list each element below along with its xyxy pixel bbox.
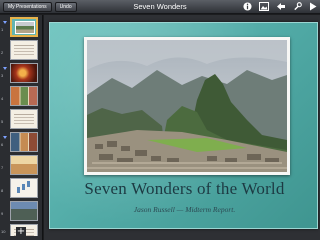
slide-title[interactable]: Seven Wonders of the World <box>50 179 319 199</box>
slide-thumbnail-image <box>10 40 38 60</box>
disclosure-icon[interactable] <box>3 21 7 24</box>
media-icon[interactable] <box>259 2 269 11</box>
slide-number: 10 <box>1 229 6 234</box>
slide-thumbnail-9[interactable]: 9 <box>0 200 43 222</box>
slide-number: 1 <box>1 27 4 32</box>
slide-thumbnail-2[interactable]: 2 <box>0 39 43 61</box>
disclosure-icon[interactable] <box>3 136 7 139</box>
animation-icon[interactable] <box>276 2 286 11</box>
slide-canvas: Seven Wonders of the World Jason Russell… <box>44 15 320 240</box>
slide-number: 7 <box>1 165 4 170</box>
slide-thumbnail-image <box>10 86 38 106</box>
tools-icon[interactable] <box>293 2 302 11</box>
slide-subtitle[interactable]: Jason Russell — Midterm Report. <box>50 205 319 214</box>
slide-thumbnail-image <box>10 17 38 37</box>
slide-number: 5 <box>1 119 4 124</box>
slide-thumbnail-3[interactable]: 3 <box>0 62 43 84</box>
toolbar: My Presentations Undo Seven Wonders <box>0 0 320 14</box>
play-icon[interactable] <box>309 2 317 11</box>
slide-number: 4 <box>1 96 4 101</box>
slide-thumbnail-image <box>10 201 38 221</box>
undo-button[interactable]: Undo <box>54 1 77 12</box>
current-slide[interactable]: Seven Wonders of the World Jason Russell… <box>49 22 318 229</box>
slide-thumbnail-5[interactable]: 5 <box>0 108 43 130</box>
slide-number: 2 <box>1 50 4 55</box>
slide-number: 3 <box>1 73 4 78</box>
slide-thumbnail-1[interactable]: 1 <box>0 16 43 38</box>
slide-thumbnail-7[interactable]: 7 <box>0 154 43 176</box>
slide-thumbnail-image <box>10 178 38 198</box>
slide-thumbnail-image <box>10 109 38 129</box>
add-slide-button[interactable]: + <box>16 227 26 237</box>
slide-number: 8 <box>1 188 4 193</box>
slide-navigator: 1 2 3 4 5 6 7 8 9 10 + <box>0 15 43 240</box>
slide-number: 6 <box>1 142 4 147</box>
slide-thumbnail-image <box>10 155 38 175</box>
slide-thumbnail-image <box>10 63 38 83</box>
slide-thumbnail-4[interactable]: 4 <box>0 85 43 107</box>
disclosure-icon[interactable] <box>3 67 7 70</box>
machu-picchu-image <box>87 40 287 172</box>
info-icon[interactable] <box>243 2 252 11</box>
slide-thumbnail-6[interactable]: 6 <box>0 131 43 153</box>
slide-thumbnail-image <box>10 132 38 152</box>
slide-photo[interactable] <box>84 37 290 175</box>
slide-number: 9 <box>1 211 4 216</box>
my-presentations-button[interactable]: My Presentations <box>3 1 52 12</box>
slide-thumbnail-8[interactable]: 8 <box>0 177 43 199</box>
document-title: Seven Wonders <box>133 2 187 11</box>
toolbar-icons <box>243 2 317 11</box>
